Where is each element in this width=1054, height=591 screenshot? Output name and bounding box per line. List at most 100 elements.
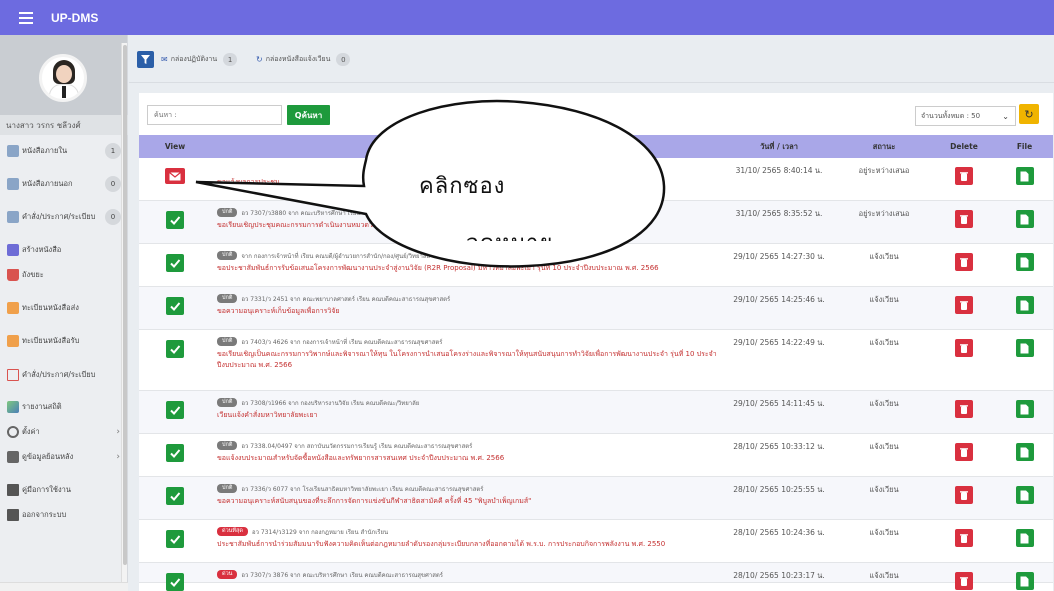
notify-box-link[interactable]: ↻ กล่องหนังสือแจ้งเวียน 0 (256, 52, 351, 67)
priority-tag: ปกติ (217, 441, 238, 450)
table-row[interactable]: ปกติ อว 7403/ว 4626 จาก กองการเจ้าหน้าที่… (139, 330, 1053, 391)
check-icon[interactable] (166, 211, 184, 229)
sidebar-horizontal-scrollbar[interactable] (0, 582, 128, 591)
app-title[interactable]: UP-DMS (51, 11, 98, 25)
subject-cell: ปกติ อว 7403/ว 4626 จาก กองการเจ้าหน้าที่… (217, 336, 722, 371)
sidebar-item[interactable]: ออกจากระบบ (0, 504, 128, 526)
sidebar-item[interactable]: คำสั่ง/ประกาศ/ระเบียบ (0, 364, 128, 386)
sidebar-item[interactable]: ทะเบียนหนังสือส่ง (0, 297, 128, 319)
view-cell (139, 340, 211, 358)
sidebar-item-label: สร้างหนังสือ (22, 245, 62, 254)
delete-button[interactable] (955, 210, 973, 228)
main-content: ✉ กล่องปฏิบัติงาน 1 ↻ กล่องหนังสือแจ้งเว… (129, 35, 1054, 591)
check-icon[interactable] (166, 573, 184, 591)
sidebar-item[interactable]: รายงานสถิติ (0, 396, 128, 418)
header-subject[interactable] (217, 135, 722, 158)
document-subject-link[interactable]: ขอเรียนเชิญเป็นคณะกรรมการวิพากษ์และพิจาร… (217, 349, 722, 371)
table-row[interactable]: ด่วนที่สุด อว 7314/ว3129 จาก กองกฎหมาย เร… (139, 520, 1053, 563)
status-cell: แจ้งเวียน (869, 295, 899, 304)
file-cell (996, 210, 1053, 228)
document-meta-text: จาก กองการเจ้าหน้าที่ เรียน คณบดี/ผู้อำน… (241, 252, 431, 260)
profile-name: นางสาว วรกร ชลีวงศ์ (0, 115, 128, 135)
sidebar-item[interactable]: ดูข้อมูลย้อนหลัง › (0, 446, 128, 468)
delete-button[interactable] (955, 339, 973, 357)
table-row[interactable]: ปกติ อว 7338.04/0497 จาก สถาบันนวัตกรรมกา… (139, 434, 1053, 477)
profile-panel: นางสาว วรกร ชลีวงศ์ (0, 35, 128, 135)
sidebar-item[interactable]: คู่มือการใช้งาน (0, 479, 128, 501)
table-row[interactable]: ปกติ อว 7331/ว 2451 จาก คณะพยาบาลศาสตร์ เ… (139, 287, 1053, 330)
file-button[interactable] (1015, 339, 1034, 357)
delete-button[interactable] (955, 167, 973, 185)
view-cell (139, 401, 211, 419)
table-row[interactable]: ปกติ จาก กองการเจ้าหน้าที่ เรียน คณบดี/ผู… (139, 244, 1053, 287)
subject-cell: ปกติ จาก กองการเจ้าหน้าที่ เรียน คณบดี/ผู… (217, 250, 722, 274)
page-size-select[interactable]: จำนวนทั้งหมด : 50 ⌄ (915, 106, 1016, 126)
hamburger-menu-icon[interactable] (19, 11, 33, 24)
file-button[interactable] (1015, 529, 1034, 547)
document-subject-link[interactable]: เวียนแจ้งคำสั่งมหาวิทยาลัยพะเยา (217, 410, 722, 421)
document-subject-link[interactable]: ประชาสัมพันธ์การนำร่วมสัมมนารับฟังความคิ… (217, 539, 722, 550)
document-subject-link[interactable]: ขอประชาสัมพันธ์การรับข้อเสนอโครงการพัฒนา… (217, 263, 722, 274)
sidebar-item[interactable]: สร้างหนังสือ (0, 239, 128, 261)
page-size-label: จำนวนทั้งหมด : 50 (921, 111, 981, 120)
date-cell: 31/10/ 2565 8:40:14 น. (735, 166, 823, 175)
envelope-icon[interactable] (165, 168, 185, 184)
delete-button[interactable] (955, 572, 973, 590)
document-subject-link[interactable]: ขอความอนุเคราะห์เก็บข้อมูลเพื่อการวิจัย (217, 306, 722, 317)
sidebar-item[interactable]: ถังขยะ (0, 264, 128, 286)
table-row[interactable]: ปกติ อว 7336/ว 6077 จาก โรงเรียนสาธิตมหาว… (139, 477, 1053, 520)
header-status[interactable]: สถานะ (834, 135, 934, 158)
file-button[interactable] (1015, 572, 1034, 590)
file-button[interactable] (1015, 167, 1034, 185)
priority-tag: ปกติ (217, 208, 238, 217)
avatar[interactable] (39, 54, 87, 102)
sidebar-item[interactable]: หนังสือภายนอก 0 (0, 173, 128, 195)
sidebar-scrollbar[interactable] (121, 43, 127, 591)
sidebar-item[interactable]: หนังสือภายใน 1 (0, 140, 128, 162)
document-subject-link[interactable]: ขอแจ้งงบประมาณสำหรับจัดซื้อหนังสือและทรั… (217, 453, 722, 464)
search-input[interactable] (147, 105, 282, 125)
date-cell: 28/10/ 2565 10:33:12 น. (733, 442, 825, 451)
document-subject-link[interactable]: ขอความอนุเคราะห์สนับสนุนของที่ระลึกการจั… (217, 496, 722, 507)
search-button[interactable]: Qค้นหา (287, 105, 330, 125)
check-icon[interactable] (166, 401, 184, 419)
header-file[interactable]: File (996, 135, 1053, 158)
file-cell (996, 572, 1053, 590)
check-icon[interactable] (166, 254, 184, 272)
callout-overflow-clip: จดหมาย (440, 203, 610, 241)
delete-button[interactable] (955, 443, 973, 461)
header-delete[interactable]: Delete (932, 135, 996, 158)
check-icon[interactable] (166, 340, 184, 358)
file-button[interactable] (1015, 486, 1034, 504)
file-button[interactable] (1015, 210, 1034, 228)
filter-button[interactable] (137, 51, 154, 68)
file-button[interactable] (1015, 443, 1034, 461)
delete-button[interactable] (955, 486, 973, 504)
check-icon[interactable] (166, 297, 184, 315)
header-view[interactable]: View (139, 135, 211, 158)
check-icon[interactable] (166, 487, 184, 505)
header-date[interactable]: วันที่ / เวลา (724, 135, 834, 158)
file-cell (996, 486, 1053, 504)
inbox-box-link[interactable]: ✉ กล่องปฏิบัติงาน 1 (161, 52, 238, 67)
view-cell (139, 168, 211, 184)
check-icon[interactable] (166, 444, 184, 462)
sidebar-item[interactable]: ตั้งค่า › (0, 421, 128, 443)
check-icon[interactable] (166, 530, 184, 548)
table-row[interactable]: ด่วน อว 7307/ว 3876 จาก คณะบริหารศึกษา เร… (139, 563, 1053, 591)
table-row[interactable]: ปกติ อว 7308/ว1966 จาก กองบริหารงานวิจัย … (139, 391, 1053, 434)
refresh-button[interactable]: ↻ (1019, 104, 1039, 124)
delete-button[interactable] (955, 296, 973, 314)
document-meta: ปกติ อว 7338.04/0497 จาก สถาบันนวัตกรรมกา… (217, 440, 722, 451)
date-cell: 29/10/ 2565 14:25:46 น. (733, 295, 825, 304)
delete-button[interactable] (955, 529, 973, 547)
delete-cell (932, 486, 996, 504)
file-button[interactable] (1015, 296, 1034, 314)
file-button[interactable] (1015, 253, 1034, 271)
sidebar-item[interactable]: คำสั่ง/ประกาศ/ระเบียบ 0 (0, 206, 128, 228)
sidebar-item[interactable]: ทะเบียนหนังสือรับ (0, 330, 128, 352)
file-button[interactable] (1015, 400, 1034, 418)
delete-button[interactable] (955, 253, 973, 271)
delete-button[interactable] (955, 400, 973, 418)
inbox-icon: ✉ (161, 55, 168, 64)
